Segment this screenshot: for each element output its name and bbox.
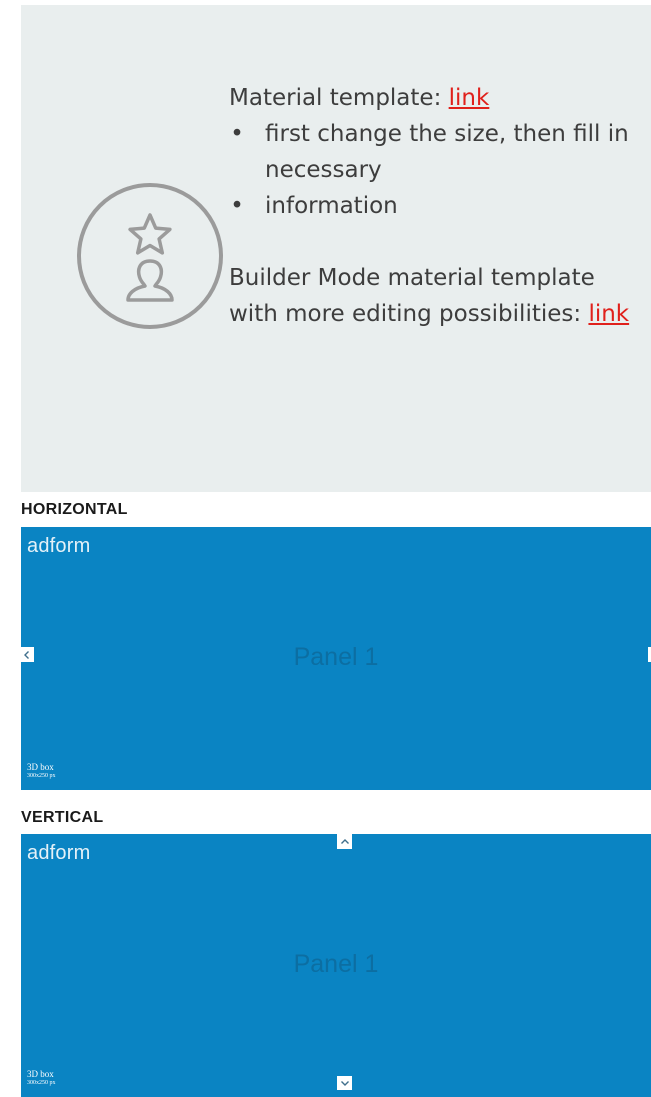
prev-panel-button[interactable] <box>19 647 34 662</box>
star-person-badge-icon <box>76 182 224 330</box>
list-item: •first change the size, then fill in nec… <box>229 116 644 188</box>
template-link[interactable]: link <box>449 85 490 111</box>
panel-label: Panel 1 <box>21 643 651 672</box>
next-panel-button[interactable] <box>337 1076 352 1090</box>
instruction-list: •first change the size, then fill in nec… <box>229 116 644 224</box>
banner-size: 300x250 px <box>27 1080 56 1086</box>
vertical-label: VERTICAL <box>21 809 103 827</box>
vertical-banner[interactable]: adform Panel 1 3D box 300x250 px <box>21 834 651 1097</box>
info-panel: Material template: link •first change th… <box>21 5 651 492</box>
builder-mode-link[interactable]: link <box>588 301 629 327</box>
intro-text: Material template: <box>229 85 441 111</box>
info-text: Material template: link •first change th… <box>229 80 644 332</box>
chevron-up-icon <box>340 837 350 847</box>
intro-paragraph: Material template: link <box>229 80 644 116</box>
chevron-left-icon <box>22 650 32 660</box>
horizontal-label: HORIZONTAL <box>21 501 128 519</box>
banner-name: 3D box <box>27 763 54 772</box>
horizontal-banner[interactable]: adform Panel 1 3D box 300x250 px <box>21 527 651 790</box>
list-item: •information <box>229 188 644 224</box>
panel-label: Panel 1 <box>21 950 651 979</box>
adform-logo: adform <box>27 842 90 865</box>
banner-size: 300x250 px <box>27 773 56 779</box>
outro-text: Builder Mode material template with more… <box>229 265 595 327</box>
adform-logo: adform <box>27 535 90 558</box>
chevron-down-icon <box>340 1078 350 1088</box>
outro-paragraph: Builder Mode material template with more… <box>229 260 644 332</box>
banner-name: 3D box <box>27 1070 54 1079</box>
prev-panel-button[interactable] <box>337 834 352 849</box>
